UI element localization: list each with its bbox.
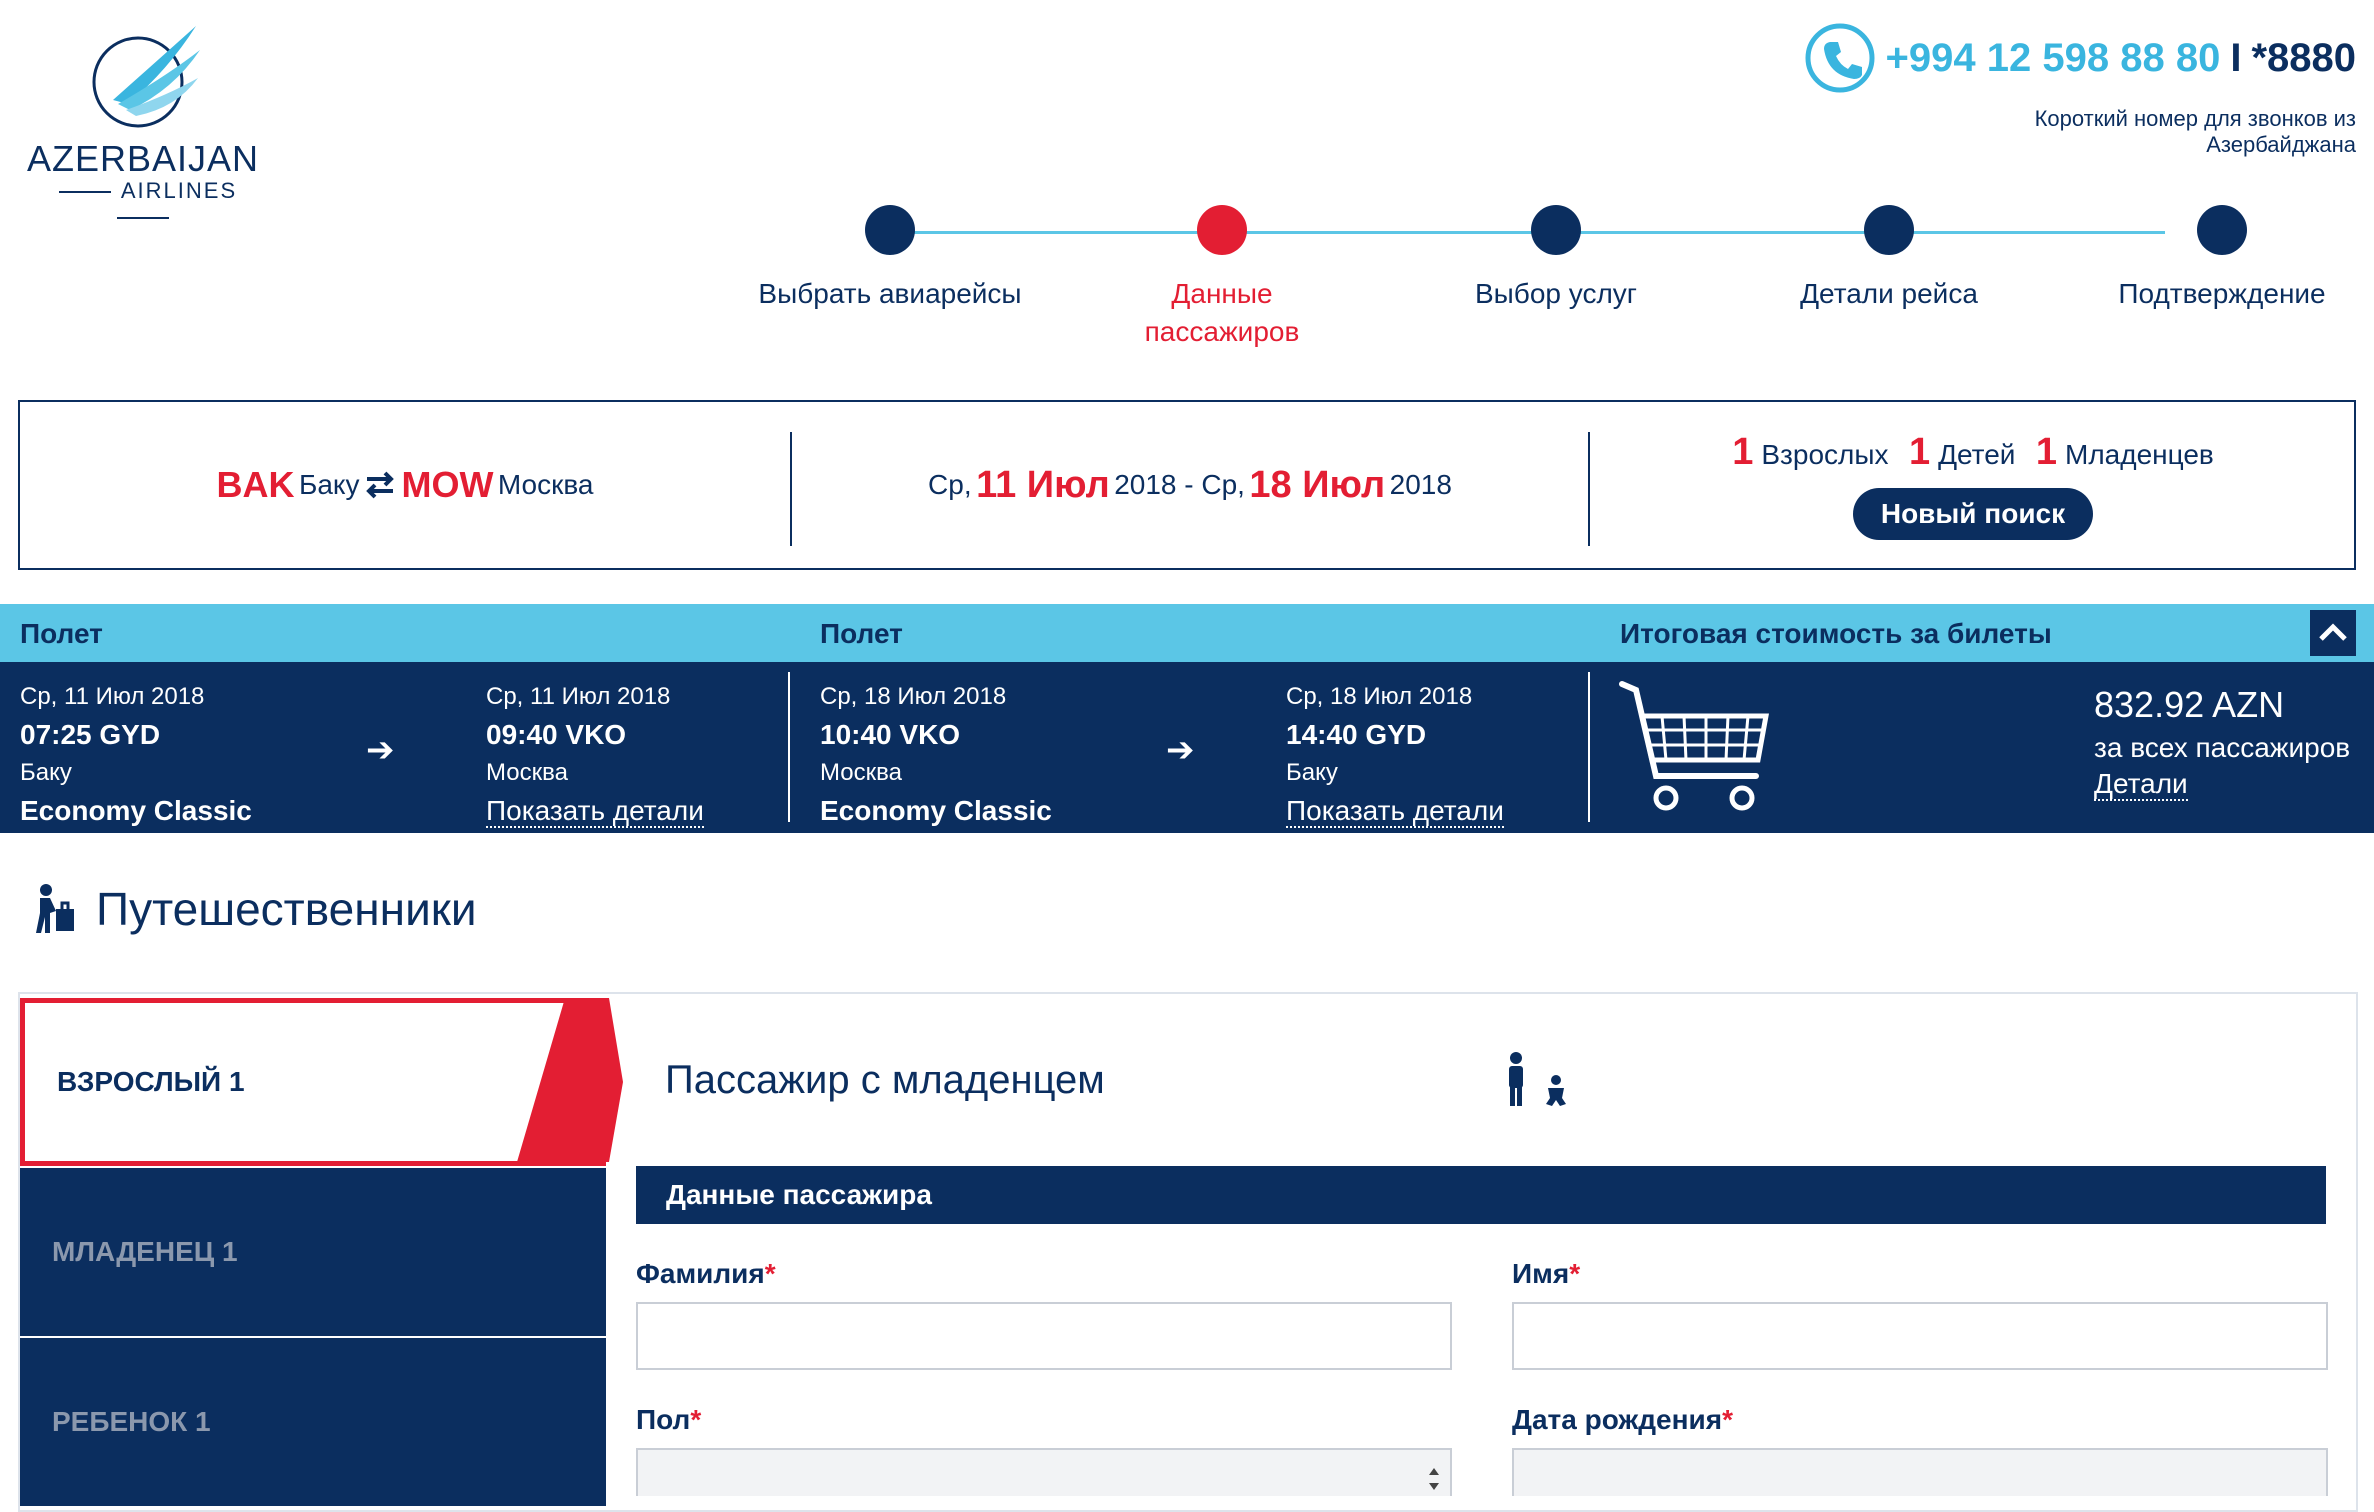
step-select-flights[interactable]: Выбрать авиарейсы bbox=[720, 205, 1060, 313]
traveler-luggage-icon bbox=[36, 884, 74, 933]
dep-city: Баку bbox=[20, 759, 72, 786]
arr-time: 14:40 GYD bbox=[1286, 719, 1427, 750]
dep-day: Ср, bbox=[928, 469, 972, 500]
dep-date: Ср, 18 Июл 2018 bbox=[820, 683, 1007, 710]
gender-select[interactable] bbox=[636, 1448, 1452, 1496]
short-number-note: Короткий номер для звонков из Азербайджа… bbox=[2034, 106, 2356, 157]
step-dot-active bbox=[1197, 205, 1247, 255]
price-subtitle: за всех пассажиров bbox=[2094, 732, 2351, 763]
step-label: Подтверждение bbox=[2118, 278, 2326, 309]
contact-block: +994 12 598 88 80 I *8880 Короткий номер… bbox=[1804, 22, 2356, 158]
firstname-label: Имя* bbox=[1512, 1258, 1581, 1289]
new-search-button[interactable]: Новый поиск bbox=[1852, 487, 2094, 540]
active-tab-arrow bbox=[517, 998, 623, 1162]
destination-code: MOW bbox=[401, 464, 494, 505]
arr-city: Москва bbox=[486, 759, 568, 786]
flight-col-label: Полет bbox=[820, 618, 903, 649]
flight-divider bbox=[1588, 672, 1590, 822]
total-price-label: Итоговая стоимость за билеты bbox=[1620, 618, 2052, 649]
dates-summary: Ср, 11 Июл 2018 - Ср, 18 Июл 2018 bbox=[792, 402, 1588, 568]
return-arrival: Ср, 18 Июл 2018 14:40 GYD Баку Показать … bbox=[1286, 678, 1504, 832]
dep-date: Ср, 11 Июл 2018 bbox=[20, 683, 205, 710]
flight-col-label: Полет bbox=[20, 618, 103, 649]
children-count: 1 Детей bbox=[1908, 430, 2016, 473]
cabin-class: Economy Classic bbox=[820, 795, 1052, 826]
phone-number[interactable]: +994 12 598 88 80 bbox=[1886, 36, 2221, 81]
swap-arrows-icon bbox=[366, 471, 395, 499]
ret-date: 18 Июл bbox=[1249, 463, 1386, 506]
brand-sub-text: AIRLINES bbox=[120, 178, 238, 203]
destination-city: Москва bbox=[497, 469, 594, 500]
step-flight-details[interactable]: Детали рейса bbox=[1719, 205, 2059, 313]
chevron-up-icon bbox=[2319, 623, 2347, 641]
arr-date: Ср, 18 Июл 2018 bbox=[1286, 683, 1473, 710]
birthdate-input[interactable] bbox=[1512, 1448, 2328, 1496]
dep-date: 11 Июл bbox=[976, 463, 1110, 506]
adult-with-infant-icon bbox=[1509, 1052, 1566, 1106]
ret-year: 2018 bbox=[1389, 469, 1452, 500]
brand-name: AZERBAIJAN bbox=[26, 138, 260, 179]
travelers-title: Путешественники bbox=[96, 883, 477, 935]
cart-icon bbox=[1619, 681, 1769, 811]
tab-child-1[interactable]: РЕБЕНОК 1 bbox=[20, 1338, 606, 1506]
step-dot bbox=[1864, 205, 1914, 255]
search-summary: BAK Баку MOW Москва Ср, 11 Июл 2018 - Ср… bbox=[18, 400, 2356, 570]
step-services[interactable]: Выбор услуг bbox=[1386, 205, 1726, 313]
tab-infant-1[interactable]: МЛАДЕНЕЦ 1 bbox=[20, 1168, 606, 1336]
arrow-right-icon: ➔ bbox=[1166, 731, 1195, 769]
brand-sub: AIRLINES bbox=[18, 178, 268, 230]
show-details-link[interactable]: Показать детали bbox=[486, 795, 704, 828]
wing-logo-icon bbox=[92, 26, 200, 128]
dep-city: Москва bbox=[820, 759, 902, 786]
gender-label: Пол* bbox=[636, 1404, 702, 1435]
adults-count: 1 Взрослых bbox=[1732, 430, 1889, 473]
infants-count: 1 Младенцев bbox=[2035, 430, 2214, 473]
flight-bar-header: Полет Полет Итоговая стоимость за билеты bbox=[0, 604, 2374, 662]
price-details-link[interactable]: Детали bbox=[2094, 768, 2188, 801]
lastname-input[interactable] bbox=[636, 1302, 1452, 1370]
step-label: Данные пассажиров bbox=[1144, 278, 1300, 347]
dep-year: 2018 - Ср, bbox=[1114, 469, 1245, 500]
dep-time: 10:40 VKO bbox=[820, 719, 961, 750]
dep-time: 07:25 GYD bbox=[20, 719, 161, 750]
passenger-data-section: Данные пассажира bbox=[636, 1166, 2326, 1224]
arrow-right-icon: ➔ bbox=[366, 731, 395, 769]
firstname-input[interactable] bbox=[1512, 1302, 2328, 1370]
select-arrows-icon bbox=[1429, 1468, 1439, 1490]
step-confirmation[interactable]: Подтверждение bbox=[2052, 205, 2374, 313]
short-number[interactable]: *8880 bbox=[2251, 36, 2356, 81]
arr-city: Баку bbox=[1286, 759, 1338, 786]
step-dot bbox=[1531, 205, 1581, 255]
airline-logo[interactable]: AZERBAIJAN AIRLINES bbox=[18, 20, 268, 210]
total-price: 832.92 AZN bbox=[2094, 684, 2285, 725]
origin-city: Баку bbox=[298, 469, 360, 500]
route-summary: BAK Баку MOW Москва bbox=[20, 402, 790, 568]
flight-bar: Ср, 11 Июл 2018 07:25 GYD Баку Economy C… bbox=[0, 662, 2374, 833]
step-label: Выбор услуг bbox=[1475, 278, 1637, 309]
flight-divider bbox=[788, 672, 790, 822]
lastname-label: Фамилия* bbox=[636, 1258, 776, 1289]
step-label: Детали рейса bbox=[1800, 278, 1978, 309]
passenger-title: Пассажир с младенцем bbox=[665, 1058, 1105, 1102]
step-label: Выбрать авиарейсы bbox=[758, 278, 1022, 309]
arr-date: Ср, 11 Июл 2018 bbox=[486, 683, 671, 710]
collapse-button[interactable] bbox=[2310, 610, 2356, 656]
travelers-heading: Путешественники bbox=[28, 882, 477, 936]
outbound-departure: Ср, 11 Июл 2018 07:25 GYD Баку Economy C… bbox=[20, 678, 252, 830]
step-dot bbox=[865, 205, 915, 255]
phone-icon bbox=[1805, 23, 1875, 93]
step-passenger-data[interactable]: Данные пассажиров bbox=[1052, 205, 1392, 351]
passengers-summary: 1 Взрослых 1 Детей 1 Младенцев Новый поиск bbox=[1590, 402, 2356, 568]
price-summary: 832.92 AZN за всех пассажиров Детали bbox=[2094, 682, 2351, 801]
phone-separator: I bbox=[2230, 35, 2242, 80]
arr-time: 09:40 VKO bbox=[486, 719, 627, 750]
cabin-class: Economy Classic bbox=[20, 795, 252, 826]
show-details-link[interactable]: Показать детали bbox=[1286, 795, 1504, 828]
outbound-arrival: Ср, 11 Июл 2018 09:40 VKO Москва Показат… bbox=[486, 678, 704, 832]
step-dot bbox=[2197, 205, 2247, 255]
return-departure: Ср, 18 Июл 2018 10:40 VKO Москва Economy… bbox=[820, 678, 1052, 830]
birthdate-label: Дата рождения* bbox=[1512, 1404, 1733, 1435]
origin-code: BAK bbox=[216, 464, 295, 505]
booking-progress: Выбрать авиарейсы Данные пассажиров Выбо… bbox=[700, 205, 2340, 347]
